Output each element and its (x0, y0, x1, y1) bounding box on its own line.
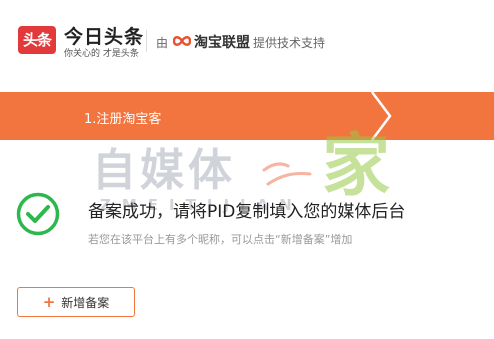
brand-slogan: 你关心的 才是头条 (64, 49, 139, 59)
watermark-swirl-icon (262, 162, 312, 186)
success-title: 备案成功，请将PID复制填入您的媒体后台 (88, 202, 406, 222)
brand-name: 今日头条 (64, 26, 145, 48)
success-hint: 若您在该平台上有多个昵称，可以点击“新增备案”增加 (88, 233, 353, 246)
toutiao-logo[interactable]: 头条 (18, 26, 56, 54)
plus-icon: + (42, 292, 56, 311)
check-circle-icon (16, 192, 60, 236)
by-text: 由 (156, 36, 169, 50)
step-register-taobaoke[interactable]: 1.注册淘宝客 (84, 108, 161, 127)
header-divider (146, 30, 147, 52)
support-text: 提供技术支持 (253, 36, 326, 50)
add-filing-button[interactable]: + 新增备案 (17, 287, 135, 317)
step-bar: 1.注册淘宝客 (0, 92, 494, 140)
partner-name: 淘宝联盟 (194, 35, 250, 51)
watermark-jia: 家 (322, 127, 391, 206)
watermark-text: 自媒体 (92, 145, 236, 196)
infinity-icon (173, 36, 191, 46)
add-filing-label: 新增备案 (61, 295, 110, 310)
header: 头条 今日头条 你关心的 才是头条 由 淘宝联盟 提供技术支持 (0, 0, 494, 64)
